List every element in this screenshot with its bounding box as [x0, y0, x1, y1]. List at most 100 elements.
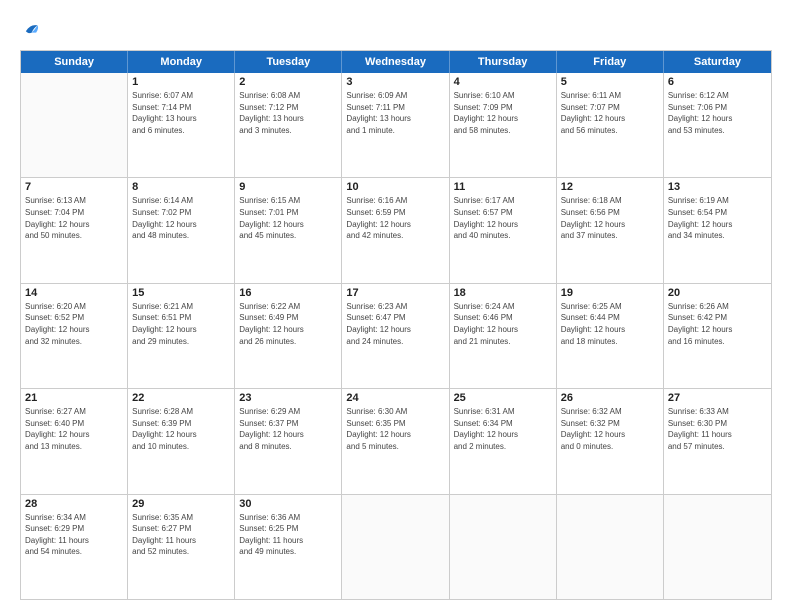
calendar-header: SundayMondayTuesdayWednesdayThursdayFrid…: [21, 51, 771, 73]
day-number: 21: [25, 392, 123, 404]
calendar-cell: 23 Sunrise: 6:29 AM Sunset: 6:37 PM Dayli…: [235, 389, 342, 493]
calendar-cell: 2 Sunrise: 6:08 AM Sunset: 7:12 PM Daylig…: [235, 73, 342, 177]
day-number: 17: [346, 287, 444, 299]
day-number: 26: [561, 392, 659, 404]
day-info: Sunrise: 6:22 AM Sunset: 6:49 PM Dayligh…: [239, 301, 337, 347]
weekday-header: Saturday: [664, 51, 771, 73]
calendar-cell: 13 Sunrise: 6:19 AM Sunset: 6:54 PM Dayli…: [664, 178, 771, 282]
day-number: 2: [239, 76, 337, 88]
day-info: Sunrise: 6:12 AM Sunset: 7:06 PM Dayligh…: [668, 90, 767, 136]
calendar-cell: 24 Sunrise: 6:30 AM Sunset: 6:35 PM Dayli…: [342, 389, 449, 493]
day-number: 5: [561, 76, 659, 88]
day-info: Sunrise: 6:10 AM Sunset: 7:09 PM Dayligh…: [454, 90, 552, 136]
day-number: 22: [132, 392, 230, 404]
day-info: Sunrise: 6:08 AM Sunset: 7:12 PM Dayligh…: [239, 90, 337, 136]
weekday-header: Sunday: [21, 51, 128, 73]
day-number: 20: [668, 287, 767, 299]
calendar-cell: 6 Sunrise: 6:12 AM Sunset: 7:06 PM Daylig…: [664, 73, 771, 177]
day-info: Sunrise: 6:16 AM Sunset: 6:59 PM Dayligh…: [346, 195, 444, 241]
calendar-cell: 15 Sunrise: 6:21 AM Sunset: 6:51 PM Dayli…: [128, 284, 235, 388]
day-info: Sunrise: 6:34 AM Sunset: 6:29 PM Dayligh…: [25, 512, 123, 558]
calendar-cell: 8 Sunrise: 6:14 AM Sunset: 7:02 PM Daylig…: [128, 178, 235, 282]
day-info: Sunrise: 6:29 AM Sunset: 6:37 PM Dayligh…: [239, 406, 337, 452]
day-info: Sunrise: 6:27 AM Sunset: 6:40 PM Dayligh…: [25, 406, 123, 452]
calendar-cell: 7Sunrise: 6:13 AM Sunset: 7:04 PM Daylig…: [21, 178, 128, 282]
weekday-header: Thursday: [450, 51, 557, 73]
calendar-cell: 3 Sunrise: 6:09 AM Sunset: 7:11 PM Daylig…: [342, 73, 449, 177]
day-info: Sunrise: 6:30 AM Sunset: 6:35 PM Dayligh…: [346, 406, 444, 452]
day-info: Sunrise: 6:09 AM Sunset: 7:11 PM Dayligh…: [346, 90, 444, 136]
day-info: Sunrise: 6:25 AM Sunset: 6:44 PM Dayligh…: [561, 301, 659, 347]
day-number: 9: [239, 181, 337, 193]
day-number: 19: [561, 287, 659, 299]
calendar-cell: 16 Sunrise: 6:22 AM Sunset: 6:49 PM Dayli…: [235, 284, 342, 388]
page: SundayMondayTuesdayWednesdayThursdayFrid…: [0, 0, 792, 612]
day-info: Sunrise: 6:33 AM Sunset: 6:30 PM Dayligh…: [668, 406, 767, 452]
calendar-cell: [342, 495, 449, 599]
calendar-cell: 25 Sunrise: 6:31 AM Sunset: 6:34 PM Dayli…: [450, 389, 557, 493]
calendar-cell: 11Sunrise: 6:17 AM Sunset: 6:57 PM Dayli…: [450, 178, 557, 282]
day-info: Sunrise: 6:21 AM Sunset: 6:51 PM Dayligh…: [132, 301, 230, 347]
day-number: 14: [25, 287, 123, 299]
calendar-cell: 20 Sunrise: 6:26 AM Sunset: 6:42 PM Dayli…: [664, 284, 771, 388]
day-number: 3: [346, 76, 444, 88]
calendar-row: 21 Sunrise: 6:27 AM Sunset: 6:40 PM Dayli…: [21, 389, 771, 494]
calendar-cell: 18Sunrise: 6:24 AM Sunset: 6:46 PM Dayli…: [450, 284, 557, 388]
weekday-header: Friday: [557, 51, 664, 73]
day-number: 25: [454, 392, 552, 404]
day-info: Sunrise: 6:36 AM Sunset: 6:25 PM Dayligh…: [239, 512, 337, 558]
day-info: Sunrise: 6:35 AM Sunset: 6:27 PM Dayligh…: [132, 512, 230, 558]
day-number: 12: [561, 181, 659, 193]
weekday-header: Monday: [128, 51, 235, 73]
day-number: 15: [132, 287, 230, 299]
calendar-cell: 19 Sunrise: 6:25 AM Sunset: 6:44 PM Dayli…: [557, 284, 664, 388]
calendar-row: 1Sunrise: 6:07 AM Sunset: 7:14 PM Daylig…: [21, 73, 771, 178]
day-number: 27: [668, 392, 767, 404]
calendar-cell: 4 Sunrise: 6:10 AM Sunset: 7:09 PM Daylig…: [450, 73, 557, 177]
day-info: Sunrise: 6:15 AM Sunset: 7:01 PM Dayligh…: [239, 195, 337, 241]
calendar-cell: 1Sunrise: 6:07 AM Sunset: 7:14 PM Daylig…: [128, 73, 235, 177]
calendar-body: 1Sunrise: 6:07 AM Sunset: 7:14 PM Daylig…: [21, 73, 771, 599]
day-info: Sunrise: 6:20 AM Sunset: 6:52 PM Dayligh…: [25, 301, 123, 347]
weekday-header: Wednesday: [342, 51, 449, 73]
day-number: 13: [668, 181, 767, 193]
calendar-cell: 21 Sunrise: 6:27 AM Sunset: 6:40 PM Dayli…: [21, 389, 128, 493]
day-info: Sunrise: 6:23 AM Sunset: 6:47 PM Dayligh…: [346, 301, 444, 347]
calendar-cell: [557, 495, 664, 599]
day-number: 4: [454, 76, 552, 88]
day-number: 6: [668, 76, 767, 88]
calendar-cell: 29 Sunrise: 6:35 AM Sunset: 6:27 PM Dayli…: [128, 495, 235, 599]
day-info: Sunrise: 6:31 AM Sunset: 6:34 PM Dayligh…: [454, 406, 552, 452]
day-number: 24: [346, 392, 444, 404]
day-number: 11: [454, 181, 552, 193]
calendar-cell: 26 Sunrise: 6:32 AM Sunset: 6:32 PM Dayli…: [557, 389, 664, 493]
day-number: 28: [25, 498, 123, 510]
day-number: 10: [346, 181, 444, 193]
day-info: Sunrise: 6:11 AM Sunset: 7:07 PM Dayligh…: [561, 90, 659, 136]
day-number: 8: [132, 181, 230, 193]
logo: [20, 18, 46, 40]
calendar-row: 7Sunrise: 6:13 AM Sunset: 7:04 PM Daylig…: [21, 178, 771, 283]
header: [20, 18, 772, 40]
day-info: Sunrise: 6:28 AM Sunset: 6:39 PM Dayligh…: [132, 406, 230, 452]
day-info: Sunrise: 6:13 AM Sunset: 7:04 PM Dayligh…: [25, 195, 123, 241]
calendar-cell: 14 Sunrise: 6:20 AM Sunset: 6:52 PM Dayli…: [21, 284, 128, 388]
calendar-cell: 10 Sunrise: 6:16 AM Sunset: 6:59 PM Dayli…: [342, 178, 449, 282]
day-info: Sunrise: 6:24 AM Sunset: 6:46 PM Dayligh…: [454, 301, 552, 347]
day-number: 29: [132, 498, 230, 510]
day-info: Sunrise: 6:32 AM Sunset: 6:32 PM Dayligh…: [561, 406, 659, 452]
day-number: 16: [239, 287, 337, 299]
calendar-cell: 9 Sunrise: 6:15 AM Sunset: 7:01 PM Daylig…: [235, 178, 342, 282]
calendar-cell: 12 Sunrise: 6:18 AM Sunset: 6:56 PM Dayli…: [557, 178, 664, 282]
day-info: Sunrise: 6:19 AM Sunset: 6:54 PM Dayligh…: [668, 195, 767, 241]
day-info: Sunrise: 6:14 AM Sunset: 7:02 PM Dayligh…: [132, 195, 230, 241]
calendar-cell: [450, 495, 557, 599]
day-number: 23: [239, 392, 337, 404]
calendar-cell: 22 Sunrise: 6:28 AM Sunset: 6:39 PM Dayli…: [128, 389, 235, 493]
weekday-header: Tuesday: [235, 51, 342, 73]
day-info: Sunrise: 6:26 AM Sunset: 6:42 PM Dayligh…: [668, 301, 767, 347]
day-info: Sunrise: 6:18 AM Sunset: 6:56 PM Dayligh…: [561, 195, 659, 241]
logo-icon: [20, 18, 42, 40]
day-number: 30: [239, 498, 337, 510]
calendar-cell: 28 Sunrise: 6:34 AM Sunset: 6:29 PM Dayli…: [21, 495, 128, 599]
